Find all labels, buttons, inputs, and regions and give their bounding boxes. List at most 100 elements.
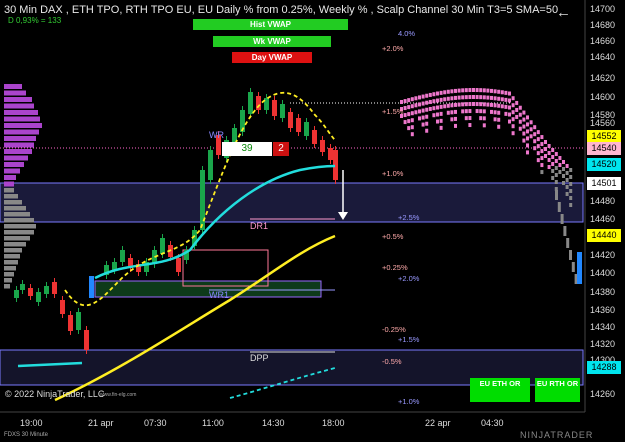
tpo-block bbox=[529, 134, 533, 139]
counter-left: 39 bbox=[222, 142, 272, 156]
back-arrow-icon[interactable]: ← bbox=[556, 4, 571, 21]
tpo-block bbox=[497, 89, 501, 94]
tpo-bar bbox=[4, 266, 16, 271]
tpo-block bbox=[436, 105, 439, 110]
tpo-block bbox=[526, 150, 529, 155]
tpo-block bbox=[554, 152, 558, 156]
tpo-block bbox=[486, 102, 490, 107]
tpo-bar bbox=[4, 254, 20, 259]
candle bbox=[320, 140, 325, 152]
tpo-block bbox=[472, 88, 475, 92]
tpo-block bbox=[421, 94, 425, 99]
tpo-bar bbox=[4, 136, 36, 141]
tpo-block bbox=[504, 104, 508, 109]
tpo-block bbox=[475, 88, 479, 93]
tpo-block bbox=[560, 214, 564, 224]
y-tick: 14700 bbox=[590, 4, 616, 14]
tpo-block bbox=[555, 190, 558, 200]
tpo-block bbox=[490, 88, 493, 93]
price-badge: 14540 bbox=[587, 142, 621, 155]
tpo-block bbox=[439, 97, 443, 102]
blue-marker-left bbox=[89, 276, 94, 298]
tpo-block bbox=[518, 119, 522, 124]
tpo-block bbox=[428, 106, 432, 111]
tpo-block bbox=[518, 126, 522, 131]
tpo-bar bbox=[4, 200, 22, 205]
dpp-label: DPP bbox=[250, 353, 269, 363]
day-vwap-button[interactable]: Day VWAP bbox=[232, 52, 312, 63]
price-chart[interactable] bbox=[0, 0, 625, 442]
tpo-block bbox=[439, 90, 443, 95]
tpo-block bbox=[464, 88, 468, 93]
tpo-block bbox=[425, 107, 429, 112]
tpo-block bbox=[497, 96, 501, 101]
tpo-block bbox=[436, 119, 439, 124]
pct-label: +1.5% bbox=[382, 107, 404, 116]
eu-eth-or-button[interactable]: EU ETH OR bbox=[470, 378, 530, 402]
tpo-block bbox=[468, 102, 472, 107]
tpo-block bbox=[536, 151, 540, 156]
tpo-block bbox=[461, 95, 465, 100]
wk-vwap-button[interactable]: Wk VWAP bbox=[213, 36, 331, 47]
tpo-block bbox=[472, 102, 475, 106]
tpo-block bbox=[540, 142, 544, 147]
wr-label: WR bbox=[209, 130, 224, 140]
tpo-block bbox=[479, 109, 483, 114]
tpo-block bbox=[454, 123, 457, 128]
tpo-block bbox=[551, 176, 555, 180]
tpo-block bbox=[540, 156, 544, 161]
tpo-block bbox=[428, 92, 432, 97]
pct-label: +2.0% bbox=[382, 44, 404, 53]
hist-vwap-button[interactable]: Hist VWAP bbox=[193, 19, 348, 30]
tpo-bar bbox=[4, 188, 14, 193]
x-tick: 18:00 bbox=[322, 418, 345, 428]
tpo-bar bbox=[4, 236, 30, 241]
eu-rth-or-button[interactable]: EU RTH OR bbox=[535, 378, 580, 402]
y-tick: 14600 bbox=[590, 92, 616, 102]
tpo-block bbox=[547, 151, 551, 155]
tpo-block bbox=[418, 116, 421, 121]
tpo-block bbox=[414, 103, 418, 108]
tpo-block bbox=[482, 102, 486, 107]
tpo-block bbox=[410, 125, 414, 130]
tpo-block bbox=[511, 103, 515, 108]
tpo-block bbox=[540, 149, 544, 154]
tpo-block bbox=[511, 131, 515, 136]
tpo-block bbox=[454, 116, 457, 121]
tpo-bar bbox=[4, 110, 38, 115]
tpo-block bbox=[515, 100, 519, 105]
tpo-block bbox=[540, 170, 544, 175]
tpo-block bbox=[421, 108, 425, 113]
tpo-block bbox=[558, 170, 562, 174]
tpo-block bbox=[443, 97, 447, 102]
tpo-block bbox=[565, 185, 569, 189]
tpo-block bbox=[403, 106, 407, 111]
tpo-block bbox=[497, 103, 501, 108]
tpo-block bbox=[425, 128, 429, 133]
tpo-block bbox=[565, 178, 569, 182]
tpo-block bbox=[493, 89, 497, 94]
tpo-block bbox=[482, 95, 486, 100]
tpo-block bbox=[418, 95, 421, 100]
tpo-block bbox=[493, 110, 497, 115]
tpo-block bbox=[407, 105, 411, 110]
tpo-block bbox=[403, 120, 407, 125]
tpo-block bbox=[569, 203, 573, 207]
candle bbox=[296, 118, 301, 132]
tpo-block bbox=[454, 95, 457, 100]
tpo-block bbox=[418, 102, 421, 107]
pct-label: 4.0% bbox=[398, 29, 416, 38]
tpo-block bbox=[439, 118, 443, 123]
tpo-bar bbox=[4, 218, 34, 223]
tpo-block bbox=[565, 164, 569, 168]
tpo-block bbox=[497, 110, 501, 115]
tpo-block bbox=[526, 115, 529, 120]
candle bbox=[160, 238, 165, 254]
tpo-block bbox=[461, 88, 465, 93]
tpo-block bbox=[529, 120, 533, 125]
tpo-block bbox=[511, 110, 515, 115]
tpo-block bbox=[522, 124, 526, 129]
tpo-block bbox=[554, 173, 558, 177]
tpo-block bbox=[526, 136, 529, 141]
pct-label: +0.25% bbox=[382, 263, 408, 272]
